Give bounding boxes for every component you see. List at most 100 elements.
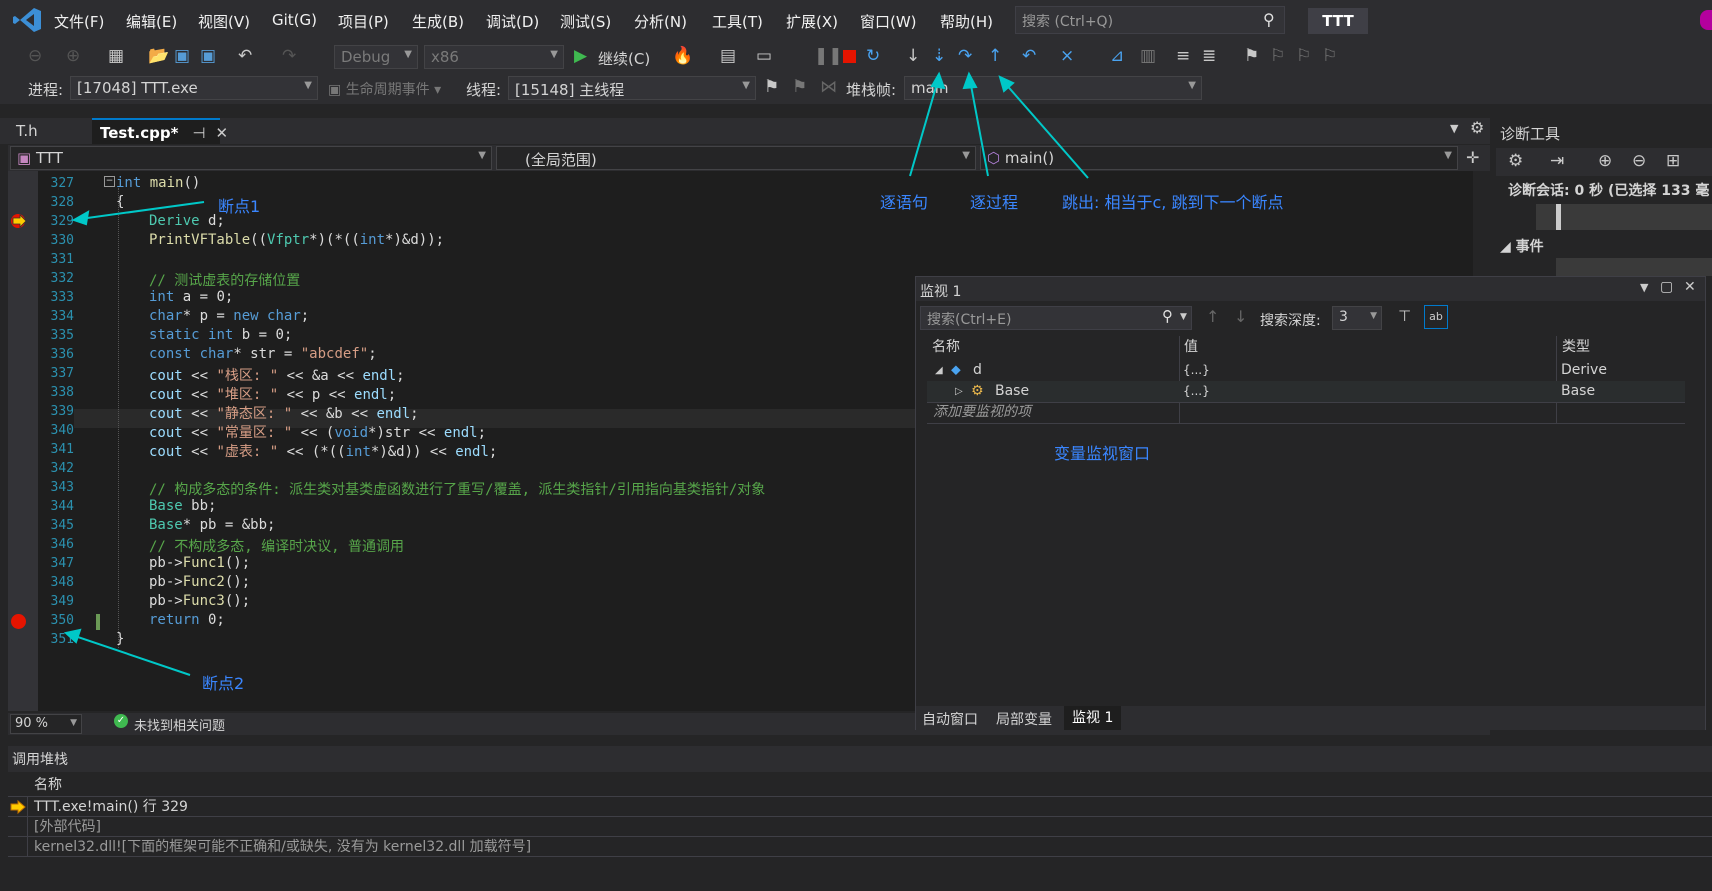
- forward-icon[interactable]: ⊕: [66, 46, 80, 66]
- code-line[interactable]: Base* pb = &bb;: [149, 517, 275, 533]
- split-icon[interactable]: ✛: [1466, 148, 1479, 167]
- code-line[interactable]: cout << "虚表: " << (*((int*)&d)) << endl;: [149, 441, 497, 461]
- call-stack-row[interactable]: TTT.exe!main() 行 329: [8, 797, 1712, 817]
- code-line[interactable]: int a = 0;: [149, 289, 233, 305]
- search-next-icon[interactable]: ↓: [1234, 307, 1247, 326]
- breakpoint-icon[interactable]: [11, 614, 26, 629]
- menu-item[interactable]: 帮助(H): [940, 11, 993, 32]
- save-all-icon[interactable]: ▣: [200, 46, 216, 66]
- call-stack-col-name[interactable]: 名称: [34, 774, 62, 794]
- clear-bookmarks-icon[interactable]: ⚐: [1322, 46, 1337, 66]
- code-line[interactable]: {: [116, 194, 124, 210]
- redo-icon[interactable]: ↷: [282, 46, 296, 66]
- code-line[interactable]: Base bb;: [149, 498, 216, 514]
- menu-item[interactable]: 测试(S): [560, 11, 611, 32]
- menu-item[interactable]: 扩展(X): [786, 11, 838, 32]
- continue-play-icon[interactable]: ▶: [574, 46, 587, 66]
- tab-t-h[interactable]: T.h: [8, 118, 46, 144]
- pin-icon[interactable]: ⊣: [192, 124, 205, 142]
- zoom-select[interactable]: 90 % ▼: [10, 714, 82, 734]
- member-select[interactable]: ⬡ main() ▼: [980, 146, 1458, 170]
- zoom-in-icon[interactable]: ⊕: [1598, 151, 1612, 171]
- stop-icon[interactable]: [843, 50, 856, 63]
- watch-search-input[interactable]: 搜索(Ctrl+E): [920, 306, 1192, 330]
- code-line[interactable]: // 不构成多态, 编译时决议, 普通调用: [149, 536, 404, 556]
- code-line[interactable]: static int b = 0;: [149, 327, 292, 343]
- step-out-icon[interactable]: ↑: [988, 46, 1002, 66]
- watch-search-icon[interactable]: ⚲: [1162, 307, 1173, 325]
- menu-item[interactable]: 视图(V): [198, 11, 250, 32]
- code-line[interactable]: cout << "常量区: " << (void*)str << endl;: [149, 422, 486, 442]
- show-next-statement-icon[interactable]: ↓: [906, 46, 920, 66]
- expand-icon[interactable]: ▷: [955, 381, 963, 402]
- code-line[interactable]: Derive d;: [149, 213, 225, 229]
- code-line[interactable]: pb->Func2();: [149, 574, 250, 590]
- settings-icon[interactable]: ⚙: [1470, 118, 1484, 137]
- platform-select[interactable]: x86 ▼: [424, 45, 564, 69]
- tab-autos[interactable]: 自动窗口: [922, 709, 978, 729]
- watch-col-value[interactable]: 值: [1184, 336, 1198, 358]
- quick-search-input[interactable]: 搜索 (Ctrl+Q): [1015, 6, 1285, 34]
- hex-display-icon[interactable]: ⨯: [1060, 46, 1074, 66]
- menu-item[interactable]: 窗口(W): [860, 11, 917, 32]
- hot-reload-icon[interactable]: 🔥: [672, 46, 693, 66]
- bookmark-icon[interactable]: ⚑: [1244, 46, 1259, 66]
- code-line[interactable]: int main(): [116, 175, 200, 191]
- thread-select[interactable]: [15148] 主线程 ▼: [508, 76, 756, 100]
- back-icon[interactable]: ⊖: [28, 46, 42, 66]
- code-line[interactable]: // 测试虚表的存储位置: [149, 270, 300, 290]
- search-depth-select[interactable]: 3 ▼: [1332, 306, 1382, 330]
- breakpoint-gutter[interactable]: [8, 171, 38, 711]
- step-back-icon[interactable]: ↶: [1022, 46, 1036, 66]
- code-line[interactable]: }: [116, 631, 124, 647]
- tab-test-cpp[interactable]: Test.cpp* ⊣ ✕: [92, 118, 228, 144]
- watch-col-type[interactable]: 类型: [1562, 336, 1590, 358]
- code-line[interactable]: cout << "栈区: " << &a << endl;: [149, 365, 405, 385]
- process-select[interactable]: [17048] TTT.exe ▼: [70, 76, 318, 100]
- pin-source-icon[interactable]: ⊤: [1398, 307, 1411, 325]
- watch-row-d[interactable]: ◢ ⬥ d {...} Derive: [927, 360, 1685, 382]
- menu-item[interactable]: 编辑(E): [126, 11, 177, 32]
- restart-icon[interactable]: ↻: [866, 46, 880, 66]
- flag-icon[interactable]: ⚑: [764, 77, 779, 97]
- code-line[interactable]: const char* str = "abcdef";: [149, 346, 377, 362]
- gear-icon[interactable]: ⚙: [1508, 151, 1523, 171]
- scope-select[interactable]: (全局范围) ▼: [496, 146, 976, 170]
- next-bookmark-icon[interactable]: ⚐: [1296, 46, 1311, 66]
- step-into-icon[interactable]: ⇣: [932, 46, 946, 66]
- code-line[interactable]: // 构成多态的条件: 派生类对基类虚函数进行了重写/覆盖, 派生类指针/引用指…: [149, 479, 765, 499]
- lifecycle-events-button[interactable]: ▣ 生命周期事件 ▾: [328, 79, 441, 99]
- config-select[interactable]: Debug ▼: [334, 45, 418, 69]
- menu-item[interactable]: Git(G): [272, 11, 317, 29]
- prev-bookmark-icon[interactable]: ⚐: [1270, 46, 1285, 66]
- search-prev-icon[interactable]: ↑: [1206, 307, 1219, 326]
- project-select[interactable]: ▣ TTT ▼: [10, 146, 492, 170]
- indent-icon[interactable]: ≡: [1176, 46, 1190, 66]
- step-over-icon[interactable]: ↷: [958, 46, 972, 66]
- new-project-icon[interactable]: ▦: [108, 46, 124, 66]
- menu-item[interactable]: 调试(D): [486, 11, 539, 32]
- tab-list-icon[interactable]: ▼: [1450, 122, 1458, 135]
- thread-icon[interactable]: ⊿: [1110, 46, 1124, 66]
- save-icon[interactable]: ▣: [174, 46, 190, 66]
- undo-icon[interactable]: ↶: [238, 46, 252, 66]
- watch-col-name[interactable]: 名称: [932, 336, 960, 358]
- watch-menu-icon[interactable]: ▼: [1640, 281, 1648, 294]
- watch-value[interactable]: {...}: [1183, 381, 1210, 402]
- hex-toggle-icon[interactable]: ab: [1424, 305, 1448, 329]
- stack-icon[interactable]: ▥: [1140, 46, 1156, 66]
- tab-locals[interactable]: 局部变量: [996, 709, 1052, 729]
- menu-item[interactable]: 项目(P): [338, 11, 389, 32]
- tab-watch1[interactable]: 监视 1: [1064, 706, 1122, 730]
- chevron-down-icon[interactable]: ▼: [1180, 312, 1187, 322]
- code-line[interactable]: char* p = new char;: [149, 308, 309, 324]
- code-line[interactable]: pb->Func3();: [149, 593, 250, 609]
- export-icon[interactable]: ⇥: [1550, 151, 1564, 171]
- watch-close-icon[interactable]: ✕: [1684, 279, 1696, 295]
- events-section[interactable]: ◢ 事件: [1500, 236, 1544, 256]
- call-stack-row[interactable]: [外部代码]: [8, 817, 1712, 837]
- code-line[interactable]: PrintVFTable((Vfptr*)(*((int*)&d));: [149, 232, 444, 248]
- watch-row-base[interactable]: ▷ ⚙ Base {...} Base: [927, 381, 1685, 403]
- collapse-icon[interactable]: −: [104, 176, 115, 187]
- pause-icon[interactable]: ❚❚: [814, 46, 843, 66]
